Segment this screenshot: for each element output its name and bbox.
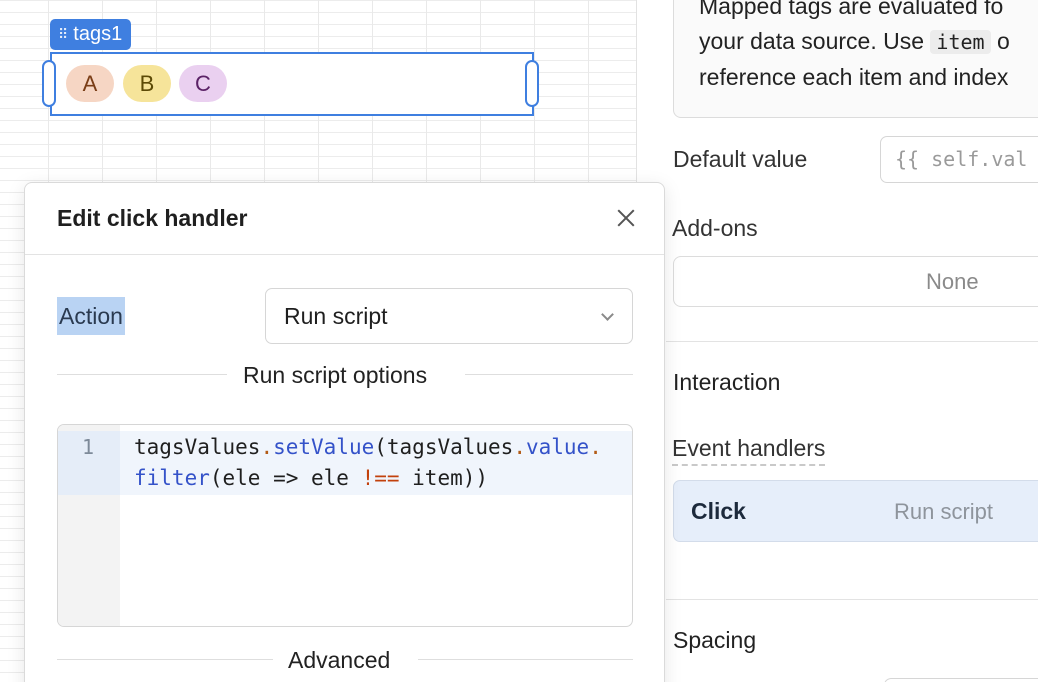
run-script-options-title: Run script options <box>243 362 428 388</box>
default-value-input[interactable]: {{ self.val <box>880 136 1038 183</box>
info-line-2-tail: o <box>996 28 1010 54</box>
tag-b[interactable]: B <box>123 65 171 102</box>
code-token: . <box>513 435 526 459</box>
edit-click-handler-dialog: Edit click handler Action Run script Run… <box>24 182 665 682</box>
info-line-3: reference each item and index <box>699 64 1009 90</box>
resize-handle-left[interactable] <box>42 60 56 107</box>
advanced-divider-left <box>57 659 273 660</box>
script-code-editor[interactable]: 1 tagsValues.setValue(tagsValues.value. … <box>57 424 633 627</box>
options-divider-left <box>57 374 227 375</box>
action-select[interactable]: Run script <box>265 288 633 344</box>
section-divider <box>666 341 1038 342</box>
resize-handle-right[interactable] <box>525 60 539 107</box>
code-token: tagsValues <box>134 435 261 459</box>
info-line-2-text: your data source. Use <box>699 28 925 54</box>
spacing-section-title[interactable]: Spacing <box>673 627 756 654</box>
code-line-1-wrap[interactable]: filter(ele => ele !== item)) <box>134 466 488 490</box>
options-divider-right <box>465 374 633 375</box>
drag-handle-icon[interactable]: ⠿ <box>58 19 68 50</box>
code-line-1[interactable]: tagsValues.setValue(tagsValues.value. <box>134 435 602 459</box>
dialog-title: Edit click handler <box>57 205 248 231</box>
info-line-1: Mapped tags are evaluated fo <box>699 0 1004 19</box>
spacing-input[interactable] <box>884 678 1038 682</box>
line-number: 1 <box>82 435 95 459</box>
code-token: value <box>525 435 590 459</box>
default-value-label: Default value <box>673 146 808 172</box>
component-name: tags1 <box>73 23 123 45</box>
code-token: filter <box>134 466 210 490</box>
code-token: item)) <box>399 466 489 490</box>
close-icon[interactable] <box>613 205 639 231</box>
tag-a[interactable]: A <box>66 65 114 102</box>
dialog-header-divider <box>25 254 664 255</box>
handler-action: Run script <box>894 499 994 524</box>
advanced-section-title[interactable]: Advanced <box>288 647 390 674</box>
interaction-section-title[interactable]: Interaction <box>673 369 780 396</box>
event-handler-row[interactable]: Click Run script <box>673 480 1038 542</box>
code-token: . <box>260 435 274 459</box>
tag-c[interactable]: C <box>179 65 227 102</box>
component-name-badge[interactable]: ⠿ tags1 <box>50 19 132 50</box>
event-handlers-label: Event handlers <box>672 435 826 466</box>
addons-selector[interactable]: None <box>673 256 1038 307</box>
addons-label: Add-ons <box>672 215 758 241</box>
code-token: setValue <box>273 435 375 459</box>
info-code-item: item <box>930 30 991 54</box>
code-token: (ele => ele <box>209 466 362 490</box>
info-line-2: your data source. Use item o <box>699 24 1038 60</box>
section-divider <box>666 599 1038 600</box>
code-token: . <box>589 435 602 459</box>
chevron-down-icon <box>601 308 614 321</box>
handler-event: Click <box>691 498 746 524</box>
code-token: (tagsValues <box>374 435 514 459</box>
action-label: Action <box>57 297 125 335</box>
advanced-divider-right <box>418 659 633 660</box>
mapped-tags-info: Mapped tags are evaluated fo your data s… <box>673 0 1038 118</box>
action-select-value: Run script <box>284 303 388 329</box>
code-token: !== <box>361 466 400 490</box>
